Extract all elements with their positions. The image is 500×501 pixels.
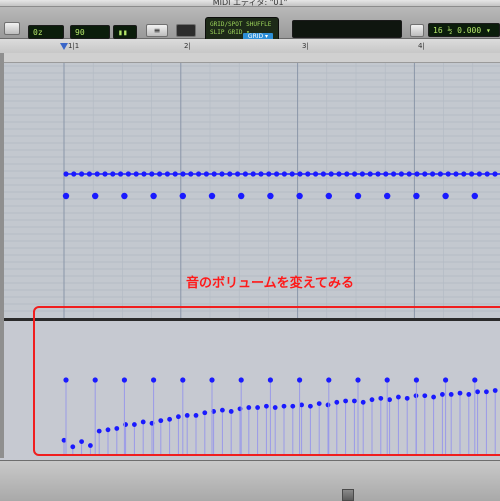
- ruler-bar-4: 4|: [418, 42, 425, 50]
- lower-note-row[interactable]: [62, 192, 478, 200]
- note[interactable]: [121, 192, 128, 200]
- window-title-bar: MIDI エディタ: "01": [0, 0, 500, 7]
- grid-value-display[interactable]: 0z: [28, 25, 64, 39]
- mode-line-1: GRID/SPOT SHUFFLE: [210, 21, 272, 28]
- scroll-thumb[interactable]: [342, 489, 354, 501]
- annotation-highlight-box: [33, 306, 500, 456]
- menu-button[interactable]: ≡: [146, 24, 168, 37]
- note[interactable]: [238, 192, 245, 200]
- note[interactable]: [442, 192, 449, 200]
- record-button[interactable]: [176, 24, 196, 37]
- playhead-marker-icon[interactable]: [60, 43, 68, 50]
- note[interactable]: [150, 192, 157, 200]
- note[interactable]: [62, 192, 70, 200]
- counter-display[interactable]: ▮▮: [113, 25, 137, 39]
- cursor-lcd[interactable]: [292, 20, 402, 38]
- note[interactable]: [325, 192, 332, 200]
- note[interactable]: [179, 192, 186, 200]
- ruler-bar-2: 2|: [184, 42, 191, 50]
- options-button[interactable]: [410, 24, 424, 37]
- tempo-lcd[interactable]: 16 ½ 0.000 ▾: [428, 23, 500, 37]
- bar-ruler[interactable]: 1|1 2| 3| 4|: [0, 39, 500, 54]
- annotation-text: 音のボリュームを変えてみる: [186, 276, 354, 291]
- tool-button[interactable]: [4, 22, 20, 35]
- left-edge-column: [0, 53, 4, 458]
- note[interactable]: [354, 192, 362, 200]
- note[interactable]: [296, 192, 303, 200]
- ruler-bar-1: 1|1: [68, 42, 80, 50]
- note[interactable]: [92, 192, 99, 200]
- ruler-bar-3: 3|: [302, 42, 309, 50]
- nudge-value-display[interactable]: 90: [70, 25, 110, 39]
- note[interactable]: [384, 192, 391, 200]
- toolbar: 0z 90 ▮▮ ≡ GRID/SPOT SHUFFLE SLIP GRID ▾…: [0, 7, 500, 43]
- note[interactable]: [208, 192, 216, 200]
- note[interactable]: [471, 192, 478, 200]
- note[interactable]: [413, 192, 420, 200]
- note[interactable]: [267, 192, 274, 200]
- sub-ruler: [0, 53, 500, 63]
- horizontal-scrollbar[interactable]: [0, 460, 500, 501]
